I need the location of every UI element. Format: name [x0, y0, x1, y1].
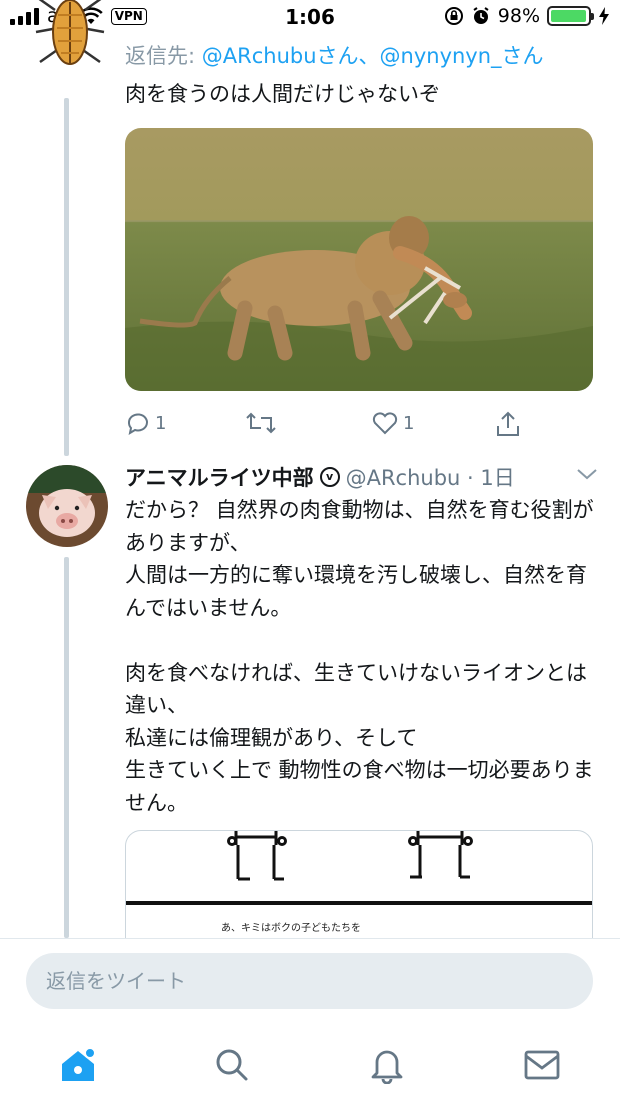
nav-notifications[interactable] [367, 1045, 407, 1085]
avatar-beetle[interactable] [30, 0, 110, 80]
reply-button[interactable]: 1 [125, 410, 166, 436]
home-icon [62, 1047, 96, 1081]
chevron-down-icon[interactable] [575, 466, 599, 482]
thread-line-bottom [64, 557, 69, 938]
status-right: 98% [444, 5, 610, 27]
nav-home[interactable] [58, 1045, 98, 1085]
reply-to-line: 返信先: @ARchubuさん、@nynynyn_さん [125, 40, 544, 70]
tweet-header: アニマルライツ中部 v @ARchubu · 1日 [125, 462, 515, 492]
like-button[interactable]: 1 [371, 410, 414, 436]
reply-to-label: 返信先: [125, 44, 202, 68]
reply-box[interactable] [26, 953, 593, 1009]
lion-photo[interactable] [125, 128, 593, 391]
charging-bolt-icon [599, 7, 609, 25]
mail-icon [524, 1050, 560, 1080]
reply-count: 1 [155, 412, 167, 434]
avatar-pig[interactable] [26, 465, 108, 547]
thread-line-top [64, 98, 69, 456]
tweet-text: だから？ 自然界の肉食動物は、自然を育む役割がありますが、 人間は一方的に奪い環… [125, 498, 594, 815]
comic-caption: あ、キミはボクの子どもたちを [221, 923, 361, 934]
display-name[interactable]: アニマルライツ中部 [125, 462, 314, 492]
like-count: 1 [403, 412, 415, 434]
verified-icon: v [319, 467, 340, 487]
nav-messages[interactable] [522, 1045, 562, 1085]
tweet-actions: 1 1 [125, 410, 525, 440]
share-icon [497, 411, 519, 436]
search-icon [216, 1049, 248, 1081]
bell-icon [371, 1050, 403, 1084]
bottom-bar [0, 938, 620, 1103]
handle-and-time[interactable]: @ARchubu · 1日 [346, 462, 515, 492]
battery-icon [547, 6, 594, 26]
retweet-button[interactable] [245, 410, 277, 436]
battery-percent: 98% [497, 5, 540, 27]
retweet-icon [246, 412, 276, 434]
heart-icon [372, 412, 398, 435]
tweet-text: 肉を食うのは人間だけじゃないぞ [125, 82, 440, 106]
nav-search[interactable] [212, 1045, 252, 1085]
reply-icon [127, 413, 148, 436]
alarm-icon [473, 7, 489, 24]
reply-input[interactable] [26, 953, 593, 1009]
share-button[interactable] [495, 410, 521, 438]
reply-to-handles[interactable]: @ARchubuさん、@nynynyn_さん [202, 44, 544, 68]
orientation-lock-icon [444, 7, 463, 25]
